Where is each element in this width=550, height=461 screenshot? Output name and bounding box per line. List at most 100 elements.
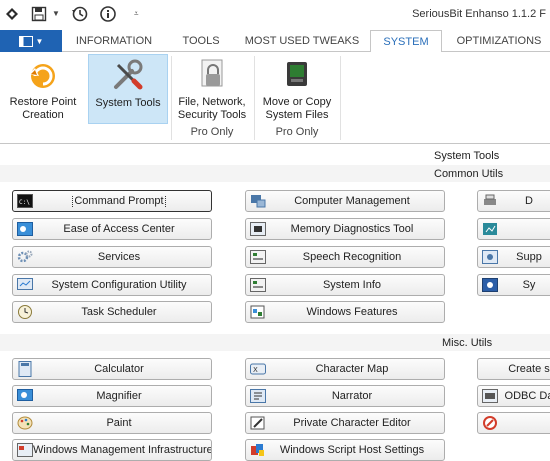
tool-icon: [482, 415, 498, 431]
restore-point-button[interactable]: Restore Point Creation: [2, 54, 84, 122]
paint-label: Paint: [106, 417, 132, 429]
tab-information[interactable]: INFORMATION: [72, 30, 156, 52]
column3-label-1: D: [525, 195, 533, 207]
windows-script-host-label: Windows Script Host Settings: [279, 444, 425, 456]
column3-misc-button-1[interactable]: Create s: [477, 358, 550, 380]
info-icon[interactable]: [98, 4, 118, 24]
system-config-icon: [17, 277, 33, 293]
svg-text:X: X: [253, 366, 258, 374]
window-icon: [18, 35, 33, 47]
system-info-button[interactable]: System Info: [245, 274, 445, 296]
column3-label-4: Sy: [522, 279, 536, 291]
private-character-editor-button[interactable]: Private Character Editor: [245, 412, 445, 434]
wmi-icon: [17, 442, 33, 458]
calculator-label: Calculator: [94, 363, 144, 375]
title-bar: ▼ ⩡ SeriousBit Enhanso 1.1.2 F: [0, 0, 550, 30]
speech-recognition-icon: [250, 249, 266, 265]
column3-misc-label-1: Create s: [508, 363, 550, 375]
file-network-label-2: Security Tools: [177, 109, 247, 121]
command-prompt-label: Command Prompt: [72, 195, 166, 207]
system-info-icon: [250, 277, 266, 293]
windows-features-label: Windows Features: [306, 306, 398, 318]
magnifier-button[interactable]: Magnifier: [12, 385, 212, 407]
speech-recognition-button[interactable]: Speech Recognition: [245, 246, 445, 268]
tools-icon: [110, 57, 146, 93]
column3-label-3: Supp: [516, 251, 542, 263]
pro-only-label: Pro Only: [190, 126, 234, 138]
file-menu-button[interactable]: ▼: [0, 30, 62, 52]
column3-misc-button-3[interactable]: [477, 412, 550, 434]
palette-icon: [17, 415, 33, 431]
narrator-button[interactable]: Narrator: [245, 385, 445, 407]
command-prompt-icon: C:\: [17, 193, 33, 209]
paint-button[interactable]: Paint: [12, 412, 212, 434]
history-icon[interactable]: [70, 4, 90, 24]
script-host-icon: [250, 442, 266, 458]
section-title-misc-utils: Misc. Utils: [442, 337, 493, 349]
command-prompt-button[interactable]: C:\ Command Prompt: [12, 190, 212, 212]
system-configuration-button[interactable]: System Configuration Utility: [12, 274, 212, 296]
ease-of-access-icon: [17, 221, 33, 237]
save-icon[interactable]: [29, 4, 49, 24]
character-map-icon: X: [250, 361, 266, 377]
system-tools-label: System Tools: [95, 97, 161, 109]
windows-script-host-button[interactable]: Windows Script Host Settings: [245, 439, 445, 461]
magnifier-label: Magnifier: [96, 390, 142, 402]
chevron-down-icon[interactable]: ▼: [52, 9, 60, 18]
column3-button-2[interactable]: [477, 218, 550, 240]
ribbon-separator: [254, 56, 255, 140]
content-header: System Tools: [434, 150, 500, 162]
calculator-button[interactable]: Calculator: [12, 358, 212, 380]
task-scheduler-button[interactable]: Task Scheduler: [12, 301, 212, 323]
column3-button-4[interactable]: Sy: [477, 274, 550, 296]
pen-icon: [250, 415, 266, 431]
column3-misc-button-2[interactable]: ODBC Da: [477, 385, 550, 407]
system-properties-icon: [482, 277, 498, 293]
wmi-label: Windows Management Infrastructure: [33, 444, 211, 456]
windows-features-button[interactable]: Windows Features: [245, 301, 445, 323]
system-tools-button[interactable]: System Tools: [88, 54, 168, 124]
character-map-button[interactable]: X Character Map: [245, 358, 445, 380]
narrator-icon: [250, 388, 266, 404]
column3-button-1[interactable]: D: [477, 190, 550, 212]
ease-of-access-label: Ease of Access Center: [63, 223, 175, 235]
move-copy-label-1: Move or Copy: [262, 96, 332, 108]
ease-of-access-button[interactable]: Ease of Access Center: [12, 218, 212, 240]
narrator-label: Narrator: [331, 390, 373, 402]
memory-diagnostics-label: Memory Diagnostics Tool: [290, 223, 414, 235]
support-icon: [482, 249, 498, 265]
column3-button-3[interactable]: Supp: [477, 246, 550, 268]
tab-tools[interactable]: TOOLS: [170, 30, 232, 52]
app-title: SeriousBit Enhanso 1.1.2 F: [412, 8, 546, 20]
customize-toolbar-icon[interactable]: ⩡: [134, 9, 139, 19]
system-configuration-label: System Configuration Utility: [51, 279, 187, 291]
task-scheduler-label: Task Scheduler: [81, 306, 157, 318]
magnifier-icon: [17, 388, 33, 404]
tab-most-used-tweaks[interactable]: MOST USED TWEAKS: [242, 30, 362, 52]
computer-management-button[interactable]: Computer Management: [245, 190, 445, 212]
ribbon-panel: Restore Point Creation System Tools File…: [0, 52, 550, 144]
pro-only-label: Pro Only: [275, 126, 319, 138]
restore-point-icon: [25, 56, 61, 92]
memory-chip-icon: [250, 221, 266, 237]
section-title-common-utils: Common Utils: [434, 168, 504, 180]
lock-file-icon: [194, 56, 230, 92]
ribbon-separator: [340, 56, 341, 140]
restore-point-label-2: Creation: [22, 109, 64, 121]
wmi-button[interactable]: Windows Management Infrastructure: [12, 439, 212, 461]
tab-system[interactable]: SYSTEM: [370, 30, 442, 53]
computer-management-label: Computer Management: [294, 195, 410, 207]
column3-misc-label-2: ODBC Da: [504, 390, 550, 402]
move-copy-label-2: System Files: [265, 109, 329, 121]
memory-diagnostics-button[interactable]: Memory Diagnostics Tool: [245, 218, 445, 240]
monitor-icon: [279, 56, 315, 92]
database-icon: [482, 388, 498, 404]
windows-features-icon: [250, 304, 266, 320]
move-copy-system-files-button[interactable]: Move or Copy System Files: [258, 54, 336, 122]
services-button[interactable]: Services: [12, 246, 212, 268]
svg-text:C:\: C:\: [19, 199, 30, 206]
ribbon-separator: [171, 56, 172, 140]
tab-optimizations[interactable]: OPTIMIZATIONS: [448, 30, 550, 52]
speech-recognition-label: Speech Recognition: [302, 251, 402, 263]
file-network-security-button[interactable]: File, Network, Security Tools: [174, 54, 250, 122]
